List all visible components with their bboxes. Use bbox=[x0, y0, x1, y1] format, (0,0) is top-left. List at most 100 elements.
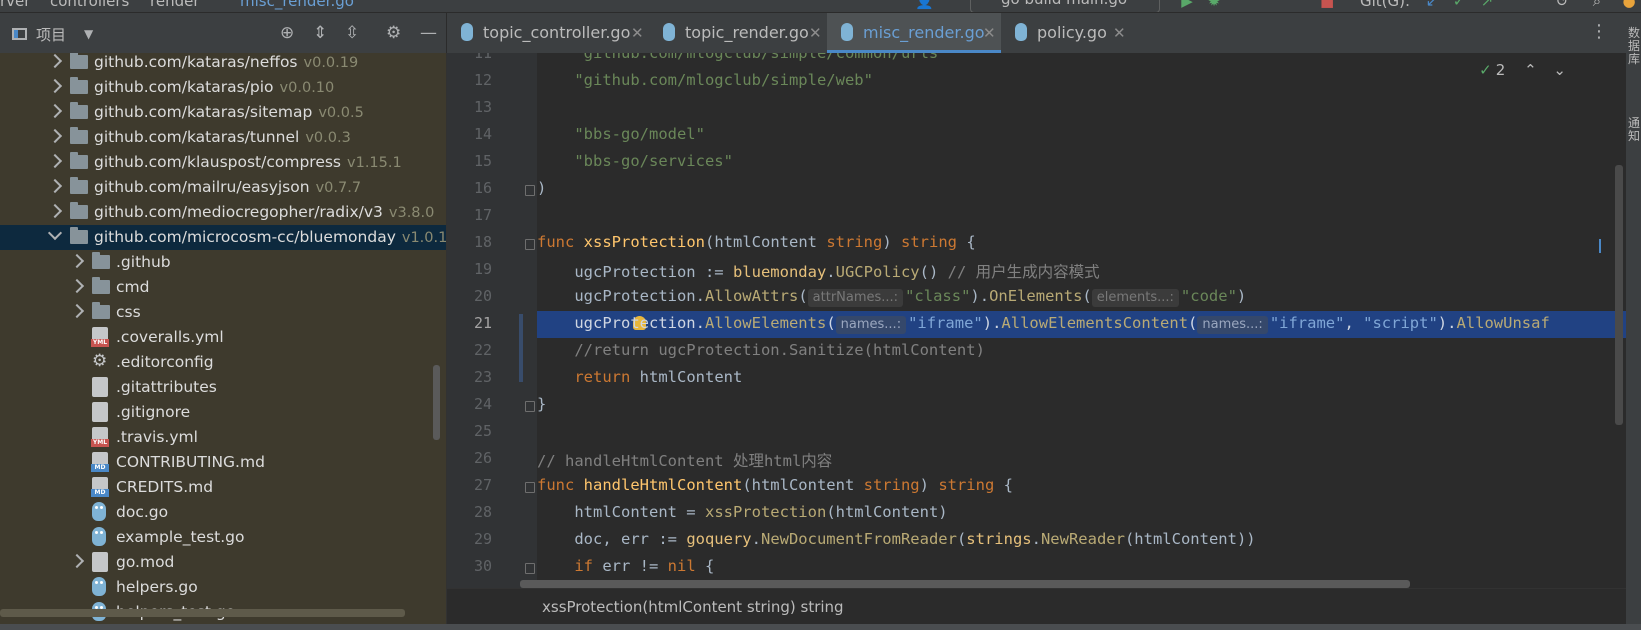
tree-folder-item[interactable]: .github bbox=[0, 250, 446, 275]
check-icon: ✓ bbox=[1479, 61, 1492, 79]
go-mod-file-icon bbox=[92, 552, 108, 572]
yml-file-icon: YML bbox=[91, 427, 109, 447]
run-config-selector[interactable]: go build main.go bbox=[970, 0, 1160, 12]
tree-folder-item[interactable]: github.com/kataras/pio v0.0.10 bbox=[0, 75, 446, 100]
tree-file-item[interactable]: ⚙ .editorconfig bbox=[0, 350, 446, 375]
breadcrumb-render[interactable]: render bbox=[150, 0, 200, 10]
tree-item-name: github.com/klauspost/compress bbox=[94, 153, 342, 171]
tree-file-item[interactable]: MD CONTRIBUTING.md bbox=[0, 450, 446, 475]
expand-all-icon[interactable]: ⇕ bbox=[313, 23, 327, 43]
tree-item-label: helpers.go bbox=[116, 578, 198, 596]
tab-policy[interactable]: policy.go ✕ bbox=[1001, 13, 1133, 53]
project-panel-title[interactable]: 项目 bbox=[36, 24, 66, 45]
editor-vertical-scrollbar[interactable] bbox=[1615, 165, 1623, 425]
code-line: ugcProtection := bluemonday.UGCPolicy() … bbox=[574, 263, 1100, 281]
chevron-right-icon[interactable] bbox=[47, 153, 63, 169]
tree-vertical-scrollbar[interactable] bbox=[433, 365, 440, 440]
chevron-right-icon[interactable] bbox=[47, 203, 63, 219]
tree-folder-item[interactable]: github.com/kataras/neffos v0.0.19 bbox=[0, 53, 446, 75]
tree-folder-item[interactable]: cmd bbox=[0, 275, 446, 300]
inspection-widget[interactable]: ✓ 2 ⌃ ⌄ bbox=[1479, 61, 1566, 79]
chevron-right-icon[interactable] bbox=[47, 103, 63, 119]
user-icon[interactable]: 👤 bbox=[915, 0, 934, 9]
build-icon[interactable]: ▶ bbox=[1180, 0, 1194, 9]
folder-icon bbox=[70, 227, 88, 244]
hide-panel-icon[interactable]: — bbox=[420, 23, 437, 43]
tree-file-item[interactable]: go.mod bbox=[0, 550, 446, 575]
tab-label: misc_render.go bbox=[863, 23, 985, 42]
tree-file-item[interactable]: example_test.go bbox=[0, 525, 446, 550]
chevron-right-icon[interactable] bbox=[47, 128, 63, 144]
tree-item-label: CREDITS.md bbox=[116, 478, 213, 496]
breadcrumb-file[interactable]: misc_render.go bbox=[240, 0, 354, 10]
next-highlight-icon[interactable]: ⌄ bbox=[1553, 61, 1566, 79]
tree-file-item[interactable]: MD CREDITS.md bbox=[0, 475, 446, 500]
previous-highlight-icon[interactable]: ⌃ bbox=[1524, 61, 1537, 79]
search-everywhere-icon[interactable]: ⌕ bbox=[1590, 0, 1604, 9]
file-type-badge bbox=[91, 389, 109, 397]
chevron-right-icon[interactable] bbox=[69, 278, 85, 294]
tree-item-name: .gitattributes bbox=[116, 378, 217, 396]
gear-icon[interactable]: ⚙ bbox=[386, 23, 401, 43]
tab-topic-controller[interactable]: topic_controller.go ✕ bbox=[447, 13, 649, 53]
chevron-right-icon[interactable] bbox=[69, 253, 85, 269]
line-number: 16 bbox=[473, 179, 492, 197]
stop-icon[interactable]: ■ bbox=[1320, 0, 1334, 9]
fold-marker-icon[interactable] bbox=[525, 239, 535, 250]
chevron-right-icon[interactable] bbox=[69, 553, 85, 569]
tree-file-item[interactable]: YML .travis.yml bbox=[0, 425, 446, 450]
line-number: 15 bbox=[473, 152, 492, 170]
folder-icon bbox=[70, 102, 88, 119]
markdown-file-icon: MD bbox=[91, 452, 109, 472]
fold-marker-icon[interactable] bbox=[525, 482, 535, 493]
git-update-icon[interactable]: ↙ bbox=[1425, 0, 1439, 9]
tree-folder-item[interactable]: github.com/microcosm-cc/bluemonday v1.0.1… bbox=[0, 225, 446, 250]
chevron-down-icon[interactable]: ▼ bbox=[84, 27, 93, 41]
tree-file-item[interactable]: .gitignore bbox=[0, 400, 446, 425]
tree-item-name: .gitignore bbox=[116, 403, 191, 421]
locate-file-icon[interactable]: ⊕ bbox=[280, 23, 294, 43]
module-version: v0.0.10 bbox=[279, 80, 335, 96]
code-line: "github.com/mlogclub/simple/web" bbox=[574, 71, 873, 89]
chevron-right-icon[interactable] bbox=[47, 78, 63, 94]
close-icon[interactable]: ✕ bbox=[809, 24, 822, 42]
notifications-tool-button[interactable]: 通知 bbox=[1627, 117, 1641, 143]
fold-marker-icon[interactable] bbox=[525, 401, 535, 412]
tab-topic-render[interactable]: topic_render.go ✕ bbox=[649, 13, 827, 53]
close-icon[interactable]: ✕ bbox=[631, 24, 644, 42]
database-tool-button[interactable]: 数据库 bbox=[1627, 27, 1641, 66]
tree-file-item[interactable]: doc.go bbox=[0, 500, 446, 525]
git-commit-icon[interactable]: ✓ bbox=[1452, 0, 1466, 9]
code-editor[interactable]: 11 12 13 14 15 16 17 18 19 20 21 22 23 2… bbox=[447, 53, 1626, 588]
undo-icon[interactable]: ↺ bbox=[1555, 0, 1569, 9]
tree-file-item[interactable]: .gitattributes bbox=[0, 375, 446, 400]
tree-folder-item[interactable]: github.com/mediocregopher/radix/v3 v3.8.0 bbox=[0, 200, 446, 225]
tree-folder-item[interactable]: github.com/kataras/sitemap v0.0.5 bbox=[0, 100, 446, 125]
tree-folder-item[interactable]: github.com/kataras/tunnel v0.0.3 bbox=[0, 125, 446, 150]
breadcrumb-server[interactable]: rver bbox=[0, 0, 30, 10]
tree-horizontal-scrollbar[interactable] bbox=[0, 609, 405, 617]
tree-folder-item[interactable]: github.com/mailru/easyjson v0.7.7 bbox=[0, 175, 446, 200]
close-icon[interactable]: ✕ bbox=[1113, 24, 1126, 42]
more-tabs-icon[interactable]: ⋮ bbox=[1590, 21, 1608, 42]
chevron-right-icon[interactable] bbox=[47, 53, 63, 69]
chevron-right-icon[interactable] bbox=[47, 178, 63, 194]
tab-misc-render[interactable]: misc_render.go ✕ bbox=[827, 13, 1001, 53]
git-push-icon[interactable]: ↗ bbox=[1480, 0, 1494, 9]
editor-horizontal-scrollbar[interactable] bbox=[520, 580, 1410, 588]
tree-folder-item[interactable]: github.com/klauspost/compress v1.15.1 bbox=[0, 150, 446, 175]
chevron-down-icon[interactable] bbox=[47, 225, 63, 241]
fold-marker-icon[interactable] bbox=[525, 185, 535, 196]
fold-marker-icon[interactable] bbox=[525, 563, 535, 574]
breadcrumb-controllers[interactable]: controllers bbox=[50, 0, 129, 10]
close-icon[interactable]: ✕ bbox=[983, 24, 996, 42]
tree-item-label: go.mod bbox=[116, 553, 174, 571]
tree-file-item[interactable]: YML .coveralls.yml bbox=[0, 325, 446, 350]
collapse-all-icon[interactable]: ⇳ bbox=[345, 23, 359, 43]
chevron-right-icon[interactable] bbox=[69, 303, 85, 319]
notification-badge-icon[interactable]: ● bbox=[1622, 0, 1636, 9]
tab-label: topic_controller.go bbox=[483, 23, 631, 42]
tree-file-item[interactable]: helpers.go bbox=[0, 575, 446, 600]
debug-icon[interactable]: ✹ bbox=[1207, 0, 1221, 9]
tree-folder-item[interactable]: css bbox=[0, 300, 446, 325]
